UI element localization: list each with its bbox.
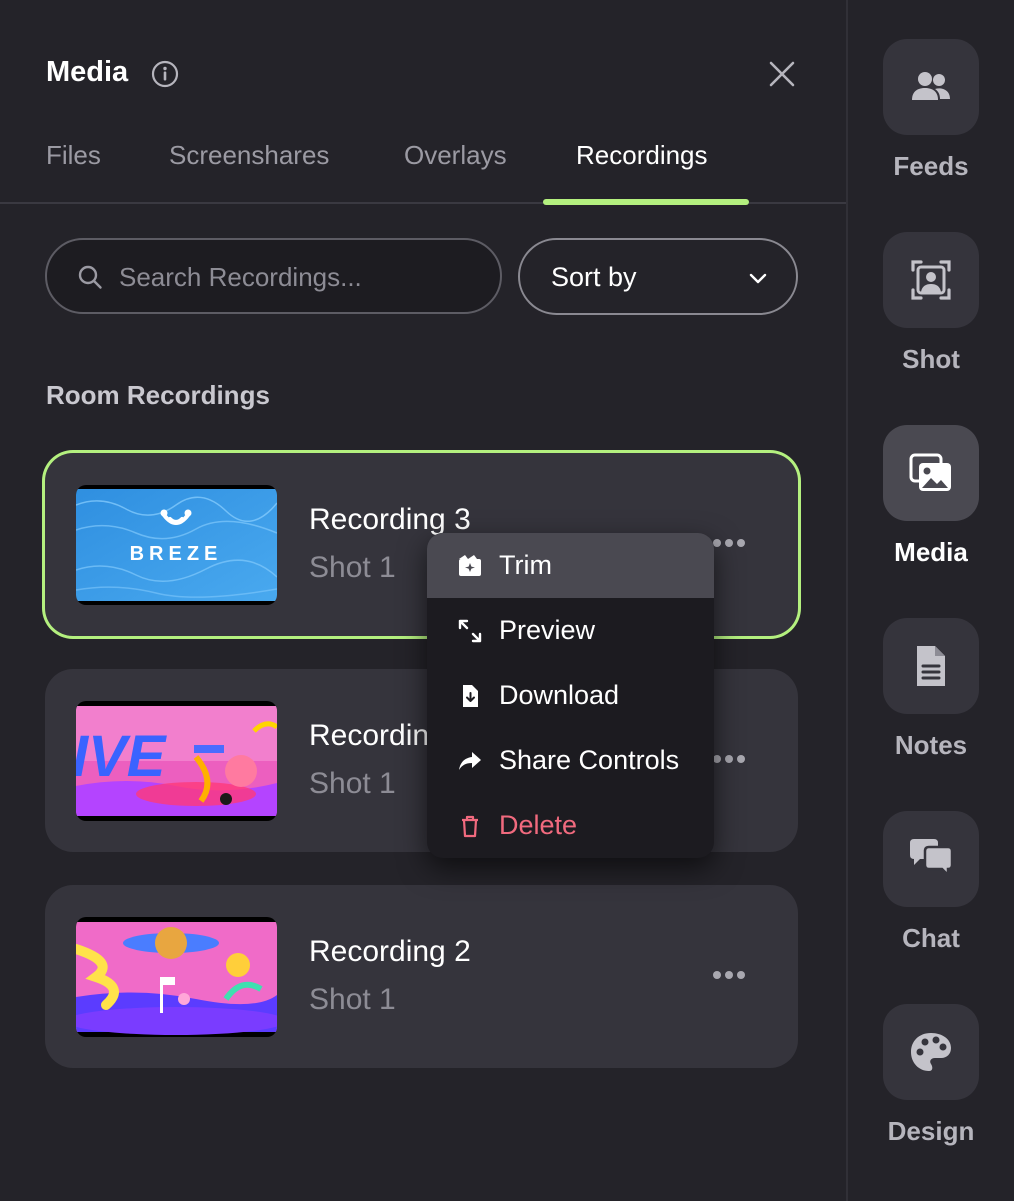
search-input[interactable] bbox=[119, 258, 479, 296]
nav-button[interactable] bbox=[883, 39, 979, 135]
menu-item-share-controls[interactable]: Share Controls bbox=[427, 728, 714, 793]
share-arrow-icon bbox=[459, 752, 481, 770]
nav-label: Shot bbox=[902, 344, 960, 374]
nav-item-notes[interactable]: Notes bbox=[848, 618, 1014, 783]
menu-label: Delete bbox=[499, 810, 578, 840]
recording-thumbnail bbox=[76, 917, 277, 1037]
palette-icon bbox=[911, 1033, 951, 1071]
tab-screenshares[interactable]: Screenshares bbox=[169, 140, 329, 171]
recording-context-menu: Trim Preview Download Share Controls Del… bbox=[427, 533, 714, 858]
side-nav: Feeds Shot Media Notes Chat Design bbox=[848, 0, 1014, 1201]
menu-label: Trim bbox=[499, 550, 552, 580]
tab-recordings[interactable]: Recordings bbox=[576, 140, 708, 171]
recording-card[interactable]: Recording 2 Shot 1 bbox=[45, 885, 798, 1068]
nav-label: Media bbox=[894, 537, 968, 567]
info-icon[interactable] bbox=[151, 60, 179, 88]
sort-label: Sort by bbox=[551, 262, 637, 292]
close-icon[interactable] bbox=[764, 56, 800, 92]
document-icon bbox=[917, 646, 945, 686]
nav-label: Design bbox=[887, 1116, 975, 1146]
recording-name: Recording 3 bbox=[309, 503, 471, 536]
images-icon bbox=[909, 453, 951, 491]
breze-logo: BREZE bbox=[130, 543, 223, 565]
menu-item-preview[interactable]: Preview bbox=[427, 598, 714, 663]
recording-shot: Shot 1 bbox=[309, 551, 396, 584]
sort-dropdown[interactable]: Sort by bbox=[518, 238, 798, 315]
nav-button[interactable] bbox=[883, 1004, 979, 1100]
menu-item-download[interactable]: Download bbox=[427, 663, 714, 728]
chevron-down-icon bbox=[749, 273, 767, 284]
shot-frame-icon bbox=[911, 260, 951, 300]
nav-button[interactable] bbox=[883, 425, 979, 521]
nav-button[interactable] bbox=[883, 618, 979, 714]
tab-bar: Files Screenshares Overlays Recordings bbox=[0, 130, 846, 205]
nav-item-chat[interactable]: Chat bbox=[848, 811, 1014, 976]
nav-label: Chat bbox=[902, 923, 960, 953]
trash-icon bbox=[462, 815, 478, 838]
nav-button[interactable] bbox=[883, 232, 979, 328]
tab-files[interactable]: Files bbox=[46, 140, 101, 171]
panel-title: Media bbox=[46, 56, 129, 88]
nav-item-design[interactable]: Design bbox=[848, 1004, 1014, 1169]
nav-button[interactable] bbox=[883, 811, 979, 907]
menu-label: Share Controls bbox=[499, 745, 680, 775]
nav-item-feeds[interactable]: Feeds bbox=[848, 39, 1014, 204]
recording-name: Recording 2 bbox=[309, 935, 471, 968]
more-options-icon[interactable] bbox=[709, 745, 749, 773]
nav-label: Feeds bbox=[893, 151, 969, 181]
menu-label: Download bbox=[499, 680, 620, 710]
nav-item-media[interactable]: Media bbox=[848, 425, 1014, 590]
search-icon bbox=[78, 265, 102, 289]
nav-label: Notes bbox=[894, 730, 968, 760]
users-icon bbox=[912, 72, 950, 100]
section-title: Room Recordings bbox=[46, 380, 270, 410]
search-box[interactable] bbox=[45, 238, 502, 314]
download-file-icon bbox=[463, 685, 478, 707]
recording-thumbnail: BREZE bbox=[76, 485, 277, 605]
more-options-icon[interactable] bbox=[709, 529, 749, 557]
app: Media Files Screenshares Overlays Record… bbox=[0, 0, 1014, 1201]
recording-shot: Shot 1 bbox=[309, 767, 396, 800]
media-panel: Media Files Screenshares Overlays Record… bbox=[0, 0, 846, 1201]
more-options-icon[interactable] bbox=[709, 961, 749, 989]
active-tab-indicator bbox=[543, 199, 749, 205]
recording-shot: Shot 1 bbox=[309, 983, 396, 1016]
trim-icon bbox=[459, 555, 481, 576]
menu-item-delete[interactable]: Delete bbox=[427, 793, 714, 858]
chat-bubbles-icon bbox=[910, 839, 954, 879]
menu-label: Preview bbox=[499, 615, 596, 645]
menu-item-trim[interactable]: Trim bbox=[427, 533, 714, 598]
svg-text:IVE: IVE bbox=[76, 724, 168, 789]
tab-overlays[interactable]: Overlays bbox=[404, 140, 507, 171]
recording-thumbnail: IVE bbox=[76, 701, 277, 821]
expand-icon bbox=[458, 619, 482, 643]
nav-item-shot[interactable]: Shot bbox=[848, 232, 1014, 397]
